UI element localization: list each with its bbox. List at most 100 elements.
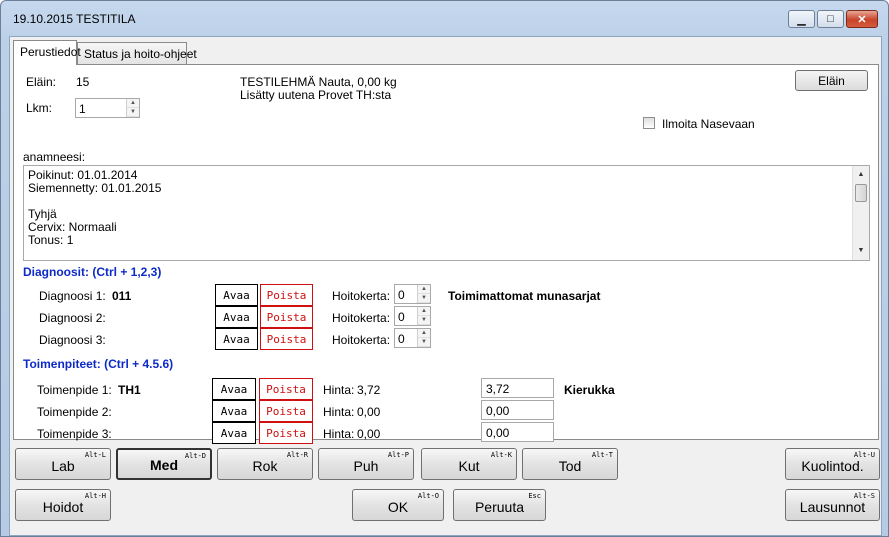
diagnosis-1-code: 011 (112, 289, 132, 303)
diagnosis-1-hoitokerta-stepper[interactable]: 0 ▲ ▼ (394, 284, 431, 304)
procedure-3-hinta-value: 0,00 (357, 427, 381, 441)
procedure-2-open-button[interactable]: Avaa (212, 400, 256, 422)
kut-button[interactable]: Alt-K Kut (421, 448, 517, 480)
spin-down-icon[interactable]: ▼ (418, 316, 430, 325)
puh-button[interactable]: Alt-P Puh (318, 448, 414, 480)
anamneesi-line (28, 195, 865, 208)
procedure-1-description: Kierukka (564, 383, 615, 397)
minimize-button[interactable]: ▁ (788, 10, 815, 28)
procedure-1-code: TH1 (118, 383, 141, 397)
procedure-2-label: Toimenpide 2: (37, 405, 112, 419)
procedure-3-price-input[interactable]: 0,00 (481, 422, 554, 442)
tod-button[interactable]: Alt-T Tod (522, 448, 618, 480)
maximize-button[interactable]: □ (817, 10, 844, 28)
spin-down-icon[interactable]: ▼ (418, 294, 430, 303)
lab-button[interactable]: Alt-L Lab (15, 448, 111, 480)
procedure-3-open-button[interactable]: Avaa (212, 422, 256, 444)
lkm-label: Lkm: (26, 101, 53, 115)
tab-status[interactable]: Status ja hoito-ohjeet (77, 42, 197, 64)
spin-down-icon[interactable]: ▼ (127, 108, 139, 117)
anamneesi-scrollbar[interactable]: ▲ ▼ (852, 166, 869, 260)
rok-label: Rok (252, 458, 278, 474)
kuolintod-button[interactable]: Alt-U Kuolintod. (785, 448, 880, 480)
title-bar[interactable]: 19.10.2015 TESTITILA ▁ □ ✕ (1, 1, 888, 35)
close-icon: ✕ (857, 13, 867, 26)
med-label: Med (150, 457, 178, 473)
anamneesi-label: anamneesi: (23, 150, 86, 164)
lausunnot-button[interactable]: Alt-S Lausunnot (785, 489, 880, 521)
ok-button[interactable]: Alt-O OK (352, 489, 444, 521)
procedure-1-open-button[interactable]: Avaa (212, 378, 256, 400)
diagnosis-3-remove-button[interactable]: Poista (260, 328, 313, 350)
procedure-1-label: Toimenpide 1: (37, 383, 112, 397)
procedure-2-hinta-value: 0,00 (357, 405, 381, 419)
anamneesi-line: Cervix: Normaali (28, 220, 117, 234)
procedures-header: Toimenpiteet: (Ctrl + 4.5.6) (23, 357, 174, 371)
diagnosis-2-hoitokerta-value: 0 (398, 310, 405, 324)
procedure-2-hinta-label: Hinta: (323, 405, 355, 419)
med-button[interactable]: Alt-D Med (116, 448, 212, 480)
tod-label: Tod (558, 458, 582, 474)
hoidot-button[interactable]: Alt-H Hoidot (15, 489, 111, 521)
diagnosis-2-remove-button[interactable]: Poista (260, 306, 313, 328)
procedure-3-remove-button[interactable]: Poista (259, 422, 313, 444)
spin-up-icon[interactable]: ▲ (418, 307, 430, 316)
diagnoses-header: Diagnoosit: (Ctrl + 1,2,3) (23, 265, 162, 279)
diagnosis-2-label: Diagnoosi 2: (39, 311, 106, 325)
nasevaan-checkbox[interactable] (643, 117, 655, 129)
lkm-stepper[interactable]: 1 ▲ ▼ (75, 98, 140, 118)
puh-label: Puh (353, 458, 379, 474)
diagnosis-3-hoitokerta-label: Hoitokerta: (332, 333, 391, 347)
peruuta-label: Peruuta (474, 499, 525, 515)
lkm-value: 1 (79, 102, 86, 116)
spin-up-icon[interactable]: ▲ (127, 99, 139, 108)
animal-description: TESTILEHMÄ Nauta, 0,00 kg (240, 75, 397, 89)
diagnosis-3-hoitokerta-stepper[interactable]: 0 ▲ ▼ (394, 328, 431, 348)
diagnosis-1-remove-button[interactable]: Poista (260, 284, 313, 306)
diagnosis-2-hoitokerta-stepper[interactable]: 0 ▲ ▼ (394, 306, 431, 326)
procedure-3-hinta-label: Hinta: (323, 427, 355, 441)
procedure-2-price-input[interactable]: 0,00 (481, 400, 554, 420)
diagnosis-1-label: Diagnoosi 1: (39, 289, 106, 303)
animal-added-note: Lisätty uutena Provet TH:sta (240, 88, 392, 102)
scroll-thumb[interactable] (855, 184, 867, 202)
diagnosis-3-hoitokerta-value: 0 (398, 332, 405, 346)
anamneesi-textarea[interactable]: Poikinut: 01.01.2014 Siemennetty: 01.01.… (23, 165, 870, 261)
scroll-down-icon[interactable]: ▼ (853, 244, 869, 258)
lab-label: Lab (51, 458, 75, 474)
close-button[interactable]: ✕ (846, 10, 878, 28)
spin-up-icon[interactable]: ▲ (418, 285, 430, 294)
procedure-1-price-input[interactable]: 3,72 (481, 378, 554, 398)
tab-perustiedot[interactable]: Perustiedot (13, 40, 81, 65)
procedure-1-hinta-value: 3,72 (357, 383, 381, 397)
procedure-2-remove-button[interactable]: Poista (259, 400, 313, 422)
diagnosis-1-hoitokerta-label: Hoitokerta: (332, 289, 391, 303)
animal-button[interactable]: Eläin (795, 70, 868, 91)
diagnosis-1-open-button[interactable]: Avaa (215, 284, 258, 306)
hoidot-label: Hoidot (42, 499, 84, 515)
tab-panel: Eläin: 15 TESTILEHMÄ Nauta, 0,00 kg Lisä… (13, 64, 879, 444)
diagnosis-2-hoitokerta-label: Hoitokerta: (332, 311, 391, 325)
ok-label: OK (387, 499, 409, 515)
dialog-window: 19.10.2015 TESTITILA ▁ □ ✕ Perustiedot S… (0, 0, 889, 537)
anamneesi-line: Siemennetty: 01.01.2015 (28, 181, 162, 195)
kut-label: Kut (458, 458, 480, 474)
diagnosis-1-hoitokerta-value: 0 (398, 288, 405, 302)
diagnosis-3-open-button[interactable]: Avaa (215, 328, 258, 350)
lausunnot-label: Lausunnot (799, 499, 866, 515)
anamneesi-line: Tonus: 1 (28, 233, 74, 247)
anamneesi-line: Tyhjä (28, 207, 57, 221)
peruuta-button[interactable]: Esc Peruuta (453, 489, 546, 521)
rok-button[interactable]: Alt-R Rok (217, 448, 313, 480)
diagnosis-1-description: Toimimattomat munasarjat (448, 289, 601, 303)
maximize-icon: □ (827, 13, 834, 25)
kuolintod-label: Kuolintod. (801, 458, 864, 474)
diagnosis-3-label: Diagnoosi 3: (39, 333, 106, 347)
procedure-1-remove-button[interactable]: Poista (259, 378, 313, 400)
scroll-up-icon[interactable]: ▲ (853, 168, 869, 182)
diagnosis-2-open-button[interactable]: Avaa (215, 306, 258, 328)
minimize-icon: ▁ (797, 13, 806, 26)
window-title: 19.10.2015 TESTITILA (13, 12, 136, 26)
spin-up-icon[interactable]: ▲ (418, 329, 430, 338)
spin-down-icon[interactable]: ▼ (418, 338, 430, 347)
